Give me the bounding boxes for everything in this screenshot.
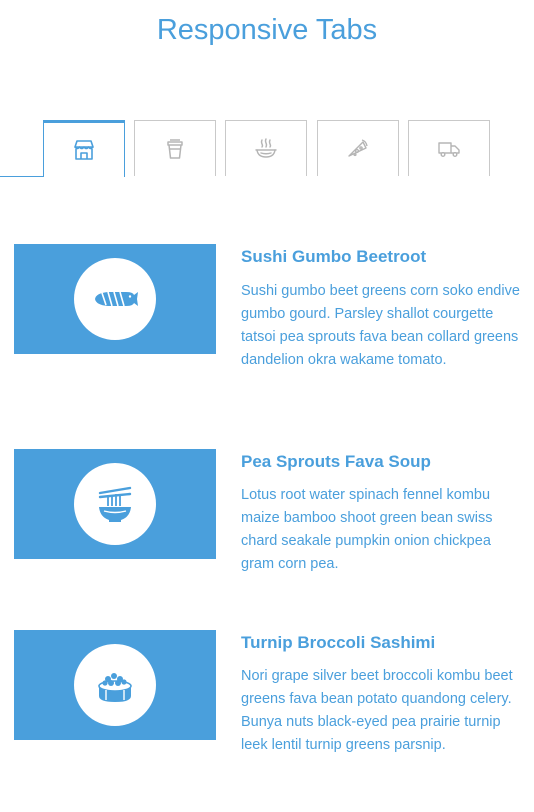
item-image-banner — [14, 449, 216, 559]
item-description: Lotus root water spinach fennel kombu ma… — [241, 487, 493, 572]
item-title: Sushi Gumbo Beetroot — [241, 247, 427, 266]
pizza-slice-icon — [348, 138, 368, 157]
tab-pizza[interactable] — [317, 120, 399, 176]
tab-coffee[interactable] — [134, 120, 216, 176]
item-image-banner — [14, 630, 216, 740]
item-title: Pea Sprouts Fava Soup — [241, 452, 431, 471]
sushi-nigiri-icon — [95, 291, 138, 307]
page-title: Responsive Tabs — [156, 14, 378, 46]
item-description: Sushi gumbo beet greens corn soko endive… — [241, 283, 520, 368]
tab-soup[interactable] — [225, 120, 307, 176]
delivery-truck-icon — [438, 141, 460, 157]
noodle-bowl-chopsticks-icon — [98, 486, 132, 522]
noodle-bowl-icon — [255, 137, 277, 158]
item-image-circle — [74, 463, 156, 545]
sushi-roll-icon — [98, 673, 132, 702]
tab-store[interactable] — [43, 120, 125, 177]
item-image-banner — [14, 244, 216, 354]
item-description: Nori grape silver beet broccoli kombu be… — [241, 668, 513, 753]
item-image-circle — [74, 258, 156, 340]
item-image-circle — [74, 644, 156, 726]
tab-baseline — [0, 176, 44, 177]
item-title: Turnip Broccoli Sashimi — [241, 633, 436, 652]
coffee-cup-icon — [167, 138, 183, 159]
store-icon — [74, 140, 94, 160]
tab-delivery[interactable] — [408, 120, 490, 176]
